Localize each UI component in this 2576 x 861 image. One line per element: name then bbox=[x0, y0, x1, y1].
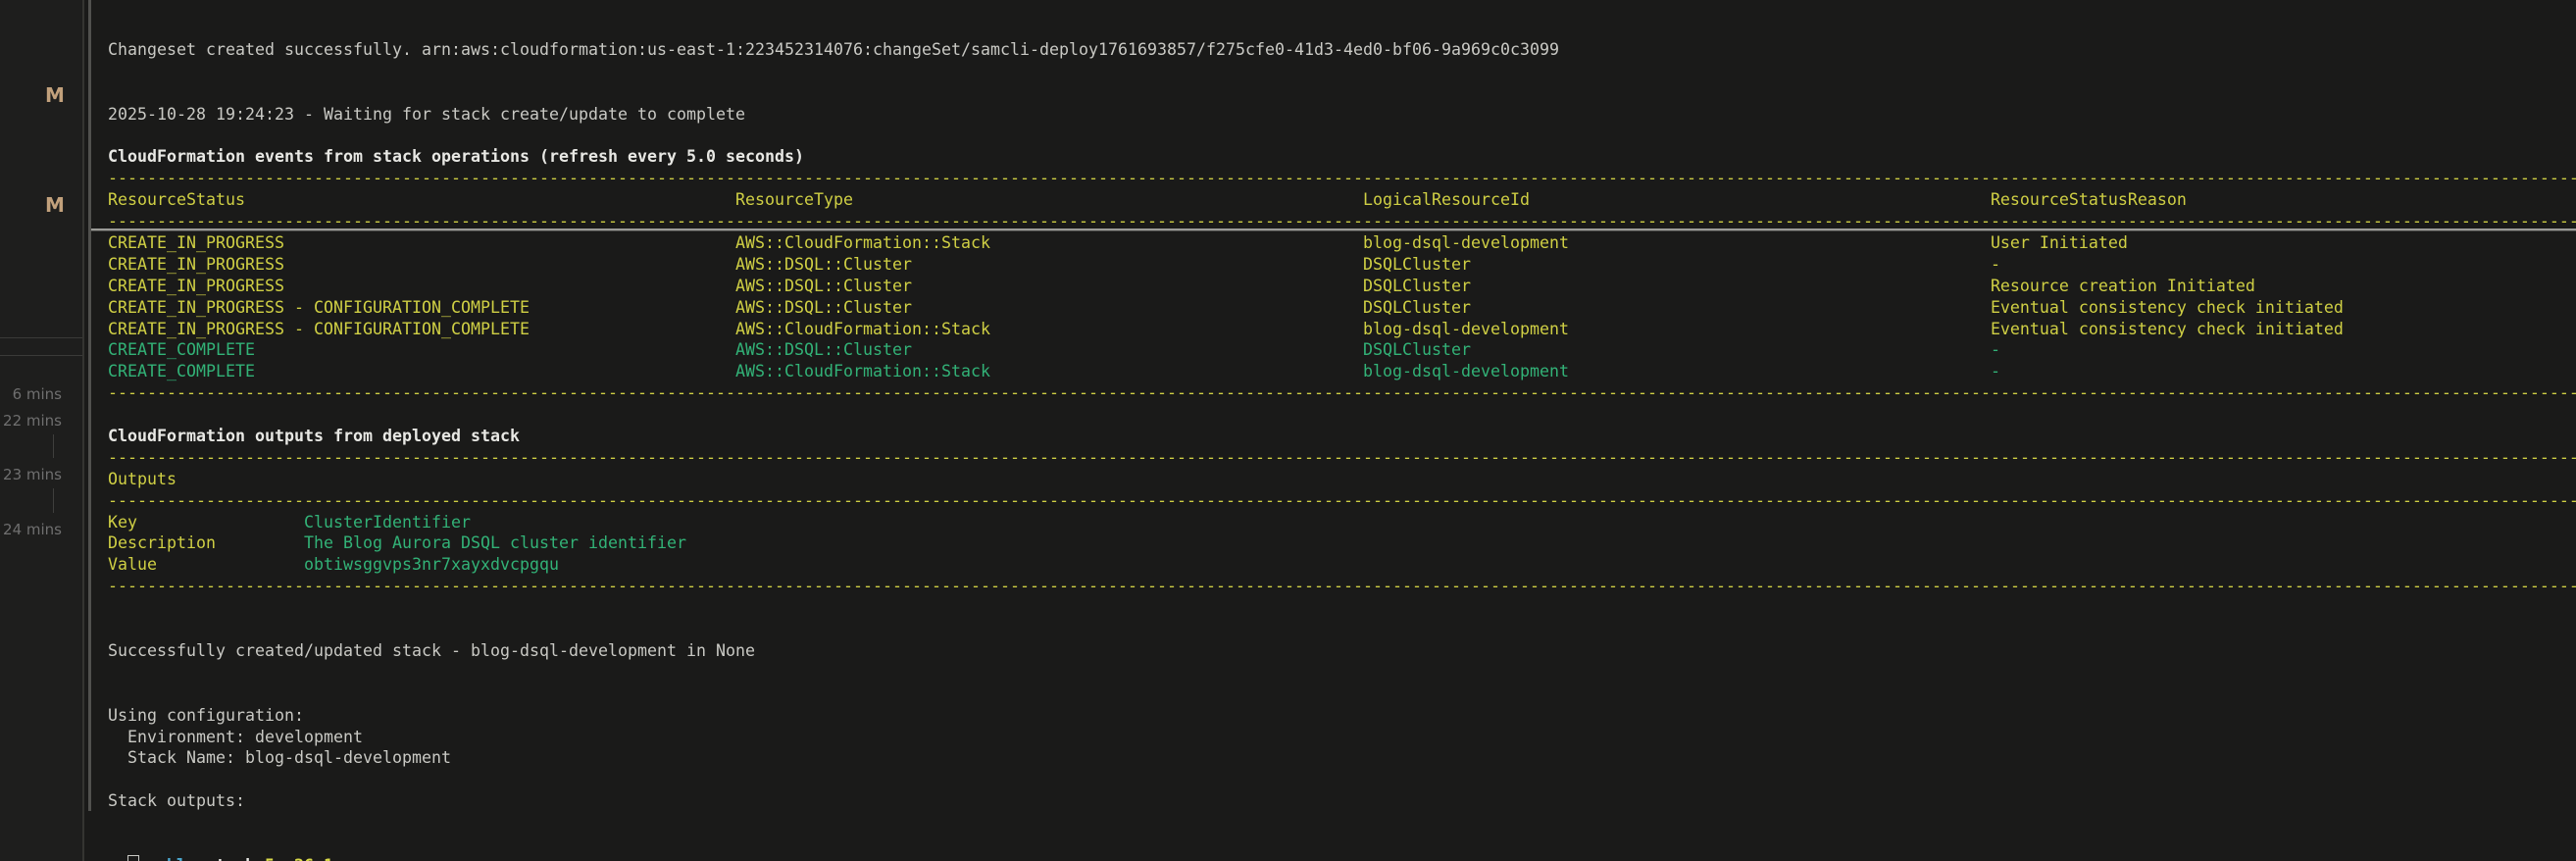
config-environment: Environment: development bbox=[108, 727, 2576, 748]
success-line: Successfully created/updated stack - blo… bbox=[108, 640, 2576, 662]
timestamp-label: 6 mins bbox=[13, 385, 62, 403]
output-row-key: Key ClusterIdentifier bbox=[108, 512, 2576, 533]
timestamp-label: 22 mins bbox=[3, 412, 62, 430]
separator-line: ----------------------------------------… bbox=[108, 168, 2576, 189]
output-row-value: Value obtiwsggvps3nr7xayxdvcpgqu bbox=[108, 554, 2576, 576]
stack-outputs-label: Stack outputs: bbox=[108, 790, 2576, 812]
terminal-window: M M 6 mins 22 mins 23 mins 24 mins Chang… bbox=[0, 0, 2576, 861]
event-row: CREATE_COMPLETE AWS::CloudFormation::Sta… bbox=[108, 361, 2576, 382]
prompt-took-label: took bbox=[206, 856, 265, 861]
separator-line: ----------------------------------------… bbox=[108, 490, 2576, 512]
gutter-divider bbox=[0, 337, 82, 338]
events-table-header: ResourceStatus ResourceType LogicalResou… bbox=[108, 189, 2576, 211]
col-resource-type: ResourceType bbox=[735, 189, 853, 211]
prompt-line: blog took 5m 26.1s … bbox=[108, 834, 2576, 855]
timestamp-label: 24 mins bbox=[3, 521, 62, 538]
config-heading: Using configuration: bbox=[108, 705, 2576, 727]
event-row: CREATE_IN_PROGRESS - CONFIGURATION_COMPL… bbox=[108, 297, 2576, 319]
scrollback-gutter: M M 6 mins 22 mins 23 mins 24 mins bbox=[0, 0, 82, 861]
scroll-divider bbox=[91, 228, 2576, 231]
col-logical-id: LogicalResourceId bbox=[1363, 189, 1530, 211]
config-stack-name: Stack Name: blog-dsql-development bbox=[108, 747, 2576, 769]
event-row: CREATE_IN_PROGRESS AWS::CloudFormation::… bbox=[108, 232, 2576, 254]
event-row: CREATE_IN_PROGRESS AWS::DSQL::Cluster DS… bbox=[108, 276, 2576, 297]
separator-line: ----------------------------------------… bbox=[108, 576, 2576, 597]
event-row: CREATE_COMPLETE AWS::DSQL::Cluster DSQLC… bbox=[108, 339, 2576, 361]
separator-line: ----------------------------------------… bbox=[108, 382, 2576, 404]
events-heading: CloudFormation events from stack operati… bbox=[108, 146, 2576, 168]
pane-border bbox=[82, 0, 84, 861]
changeset-arn-line: Changeset created successfully. arn:aws:… bbox=[108, 39, 2576, 61]
terminal-content: Changeset created successfully. arn:aws:… bbox=[108, 0, 2576, 861]
col-resource-status: ResourceStatus bbox=[108, 189, 245, 211]
prompt-directory: blog bbox=[167, 856, 206, 861]
event-row: CREATE_IN_PROGRESS AWS::DSQL::Cluster DS… bbox=[108, 254, 2576, 276]
prompt-duration: 5m 26.1s bbox=[265, 856, 343, 861]
outputs-label: Outputs bbox=[108, 469, 2576, 490]
scrollbar-thumb[interactable] bbox=[88, 0, 91, 811]
timeline-tick bbox=[53, 434, 54, 458]
output-row-description: Description The Blog Aurora DSQL cluster… bbox=[108, 532, 2576, 554]
event-row: CREATE_IN_PROGRESS - CONFIGURATION_COMPL… bbox=[108, 319, 2576, 340]
col-status-reason: ResourceStatusReason bbox=[1991, 189, 2187, 211]
prompt-ellipsis: … bbox=[343, 856, 363, 861]
timeline-tick bbox=[53, 488, 54, 513]
timestamp-label: 23 mins bbox=[3, 466, 62, 483]
separator-line: ----------------------------------------… bbox=[108, 447, 2576, 469]
mark-indicator[interactable]: M bbox=[45, 85, 75, 106]
mark-indicator[interactable]: M bbox=[45, 195, 75, 216]
outputs-heading: CloudFormation outputs from deployed sta… bbox=[108, 426, 2576, 447]
terminal-cursor bbox=[127, 855, 139, 861]
gutter-divider bbox=[0, 355, 82, 356]
waiting-line: 2025-10-28 19:24:23 - Waiting for stack … bbox=[108, 104, 2576, 126]
